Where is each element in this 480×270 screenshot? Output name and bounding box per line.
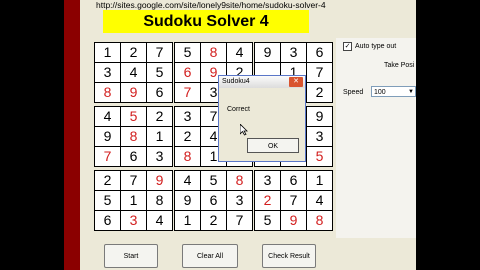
- sudoku-cell[interactable]: 9: [95, 127, 120, 146]
- sudoku-cell[interactable]: 6: [147, 83, 172, 102]
- sudoku-cell[interactable]: 6: [201, 191, 226, 210]
- sudoku-cell[interactable]: 9: [175, 191, 200, 210]
- clear-all-button[interactable]: Clear All: [182, 244, 238, 268]
- speed-select[interactable]: 100 ▼: [371, 86, 416, 97]
- sudoku-cell[interactable]: 3: [307, 127, 332, 146]
- sudoku-cell[interactable]: 4: [121, 63, 146, 82]
- app-title: Sudoku Solver 4: [103, 10, 309, 33]
- auto-type-label: Auto type out: [355, 43, 397, 50]
- sudoku-cell[interactable]: 8: [121, 127, 146, 146]
- sudoku-cell[interactable]: 7: [121, 171, 146, 190]
- sudoku-cell[interactable]: 1: [147, 127, 172, 146]
- auto-type-checkbox[interactable]: ✓ Auto type out: [343, 42, 396, 51]
- sudoku-cell[interactable]: 3: [95, 63, 120, 82]
- sudoku-cell[interactable]: 8: [95, 83, 120, 102]
- sudoku-cell[interactable]: 4: [147, 211, 172, 230]
- sudoku-cell[interactable]: 4: [175, 171, 200, 190]
- sudoku-cell[interactable]: 6: [121, 147, 146, 166]
- sudoku-box: 452 981 763: [94, 106, 173, 167]
- sudoku-cell[interactable]: 6: [307, 43, 332, 62]
- sudoku-cell[interactable]: 8: [227, 171, 252, 190]
- sudoku-cell[interactable]: 4: [95, 107, 120, 126]
- take-position-button[interactable]: Take Posi: [384, 62, 414, 69]
- sudoku-box: 361 274 598: [254, 170, 333, 231]
- sudoku-cell[interactable]: 1: [307, 171, 332, 190]
- sudoku-cell[interactable]: 4: [227, 43, 252, 62]
- sudoku-box: 127 345 896: [94, 42, 173, 103]
- sudoku-cell[interactable]: 1: [121, 191, 146, 210]
- sudoku-cell[interactable]: 9: [307, 107, 332, 126]
- check-result-button[interactable]: Check Result: [262, 244, 316, 268]
- sudoku-cell[interactable]: 5: [307, 147, 332, 166]
- ok-button[interactable]: OK: [247, 138, 299, 153]
- sudoku-cell[interactable]: 9: [147, 171, 172, 190]
- sudoku-cell[interactable]: 5: [175, 43, 200, 62]
- sudoku-cell[interactable]: 8: [147, 191, 172, 210]
- sudoku-cell[interactable]: 7: [175, 83, 200, 102]
- sudoku-cell[interactable]: 7: [281, 191, 306, 210]
- sudoku-cell[interactable]: 6: [95, 211, 120, 230]
- speed-value: 100: [374, 89, 386, 96]
- sudoku-cell[interactable]: 1: [175, 211, 200, 230]
- sudoku-cell[interactable]: 9: [255, 43, 280, 62]
- sudoku-cell[interactable]: 7: [147, 43, 172, 62]
- sudoku-cell[interactable]: 2: [95, 171, 120, 190]
- sudoku-cell[interactable]: 9: [121, 83, 146, 102]
- sudoku-cell[interactable]: 2: [175, 127, 200, 146]
- dialog-title: Sudoku4: [222, 78, 250, 85]
- sudoku-cell[interactable]: 5: [255, 211, 280, 230]
- sudoku-cell[interactable]: 6: [175, 63, 200, 82]
- chevron-down-icon: ▼: [408, 89, 414, 95]
- sudoku-cell[interactable]: 1: [95, 43, 120, 62]
- sudoku-cell[interactable]: 7: [227, 211, 252, 230]
- sudoku-cell[interactable]: 5: [147, 63, 172, 82]
- sudoku-cell[interactable]: 9: [281, 211, 306, 230]
- sudoku-cell[interactable]: 7: [307, 63, 332, 82]
- sudoku-cell[interactable]: 3: [147, 147, 172, 166]
- sudoku-cell[interactable]: 3: [281, 43, 306, 62]
- sudoku-cell[interactable]: 3: [227, 191, 252, 210]
- sudoku-cell[interactable]: 8: [175, 147, 200, 166]
- url-text: http://sites.google.com/site/lonely9site…: [96, 0, 326, 10]
- sudoku-cell[interactable]: 5: [121, 107, 146, 126]
- sudoku-box: 279 518 634: [94, 170, 173, 231]
- sudoku-cell[interactable]: 2: [147, 107, 172, 126]
- sudoku-cell[interactable]: 3: [255, 171, 280, 190]
- message-dialog: Sudoku4 ✕ Correct OK: [218, 75, 306, 162]
- mouse-cursor-icon: [240, 124, 248, 136]
- sudoku-cell[interactable]: 5: [201, 171, 226, 190]
- start-button[interactable]: Start: [104, 244, 158, 268]
- dialog-message: Correct: [227, 106, 250, 113]
- sudoku-cell[interactable]: 2: [201, 211, 226, 230]
- sudoku-cell[interactable]: 2: [121, 43, 146, 62]
- sudoku-cell[interactable]: 3: [175, 107, 200, 126]
- sudoku-cell[interactable]: 8: [201, 43, 226, 62]
- sudoku-cell[interactable]: 2: [307, 83, 332, 102]
- sudoku-cell[interactable]: 2: [255, 191, 280, 210]
- sudoku-cell[interactable]: 5: [95, 191, 120, 210]
- sudoku-cell[interactable]: 7: [95, 147, 120, 166]
- sudoku-cell[interactable]: 3: [121, 211, 146, 230]
- close-icon[interactable]: ✕: [289, 77, 303, 87]
- sudoku-box: 458 963 127: [174, 170, 253, 231]
- dialog-titlebar: Sudoku4 ✕: [219, 76, 305, 88]
- sudoku-cell[interactable]: 8: [307, 211, 332, 230]
- speed-label: Speed: [343, 89, 364, 96]
- checkbox-icon: ✓: [343, 42, 352, 51]
- sudoku-cell[interactable]: 6: [281, 171, 306, 190]
- sudoku-cell[interactable]: 4: [307, 191, 332, 210]
